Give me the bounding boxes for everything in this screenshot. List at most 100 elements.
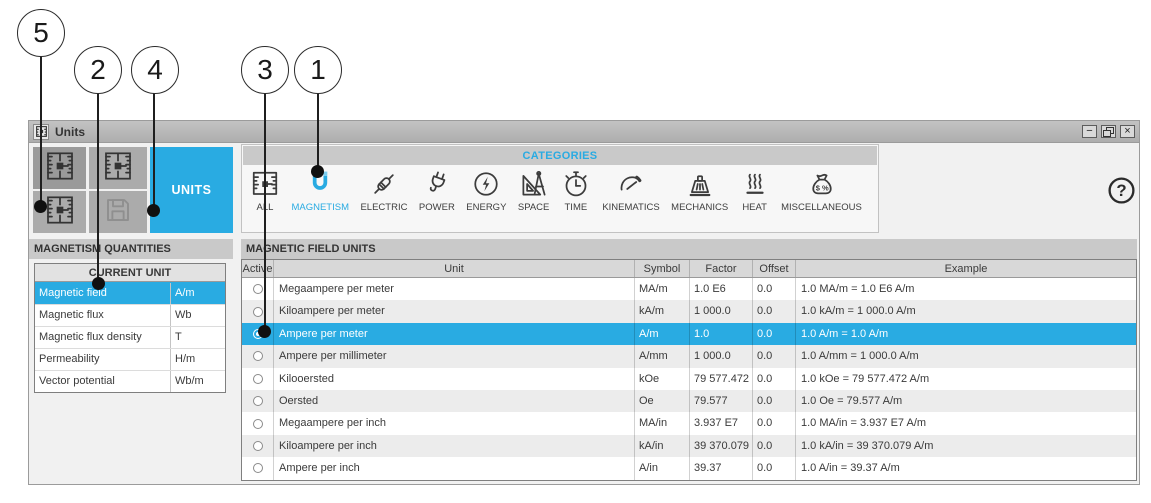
restore-icon (1104, 128, 1113, 136)
active-cell (242, 412, 273, 434)
active-radio-button[interactable] (253, 396, 263, 406)
quantity-unit: T (170, 327, 225, 348)
unit-name-cell: Kiloampere per meter (273, 300, 634, 322)
category-list: ALL MAGNETISM ELECTRIC POWER (242, 166, 878, 213)
category-time[interactable]: TIME (561, 167, 591, 213)
categories-header: CATEGORIES (243, 146, 877, 165)
category-electric[interactable]: ELECTRIC (360, 167, 407, 213)
factor-cell: 1 000.0 (689, 300, 752, 322)
callout-3: 3 (241, 46, 289, 94)
offset-cell: 0.0 (752, 345, 795, 367)
active-radio-button[interactable] (253, 351, 263, 361)
unit-name-cell: Megaampere per meter (273, 278, 634, 300)
callout-line-2 (97, 93, 99, 283)
callout-4: 4 (131, 46, 179, 94)
tab-units[interactable]: UNITS (150, 147, 233, 233)
quantity-row[interactable]: Magnetic flux Wb (35, 304, 225, 326)
factor-cell: 1.0 E6 (689, 278, 752, 300)
symbol-cell: MA/in (634, 412, 689, 434)
unit-row[interactable]: Kiloampere per meter kA/m 1 000.0 0.0 1.… (242, 300, 1136, 322)
unit-row[interactable]: Kilooersted kOe 79 577.472 0.0 1.0 kOe =… (242, 368, 1136, 390)
active-radio-button[interactable] (253, 441, 263, 451)
quantity-name: Permeability (35, 349, 170, 370)
unit-row[interactable]: Megaampere per meter MA/m 1.0 E6 0.0 1.0… (242, 278, 1136, 300)
category-power[interactable]: POWER (419, 167, 455, 213)
ruler-units-icon (43, 194, 77, 231)
offset-cell: 0.0 (752, 278, 795, 300)
category-mechanics[interactable]: MECHANICS (671, 167, 728, 213)
active-radio-button[interactable] (253, 284, 263, 294)
symbol-cell: A/mm (634, 345, 689, 367)
callout-line-5 (40, 56, 42, 207)
factor-cell: 79 577.472 (689, 368, 752, 390)
restore-button[interactable] (1101, 125, 1116, 138)
quantity-unit: Wb/m (170, 371, 225, 392)
unit-name-cell: Megaampere per inch (273, 412, 634, 434)
active-radio-button[interactable] (253, 463, 263, 473)
category-kinematics[interactable]: KINEMATICS (602, 167, 659, 213)
symbol-cell: A/in (634, 457, 689, 479)
example-cell: 1.0 A/in = 39.37 A/m (795, 457, 1136, 479)
quantity-row[interactable]: Magnetic flux density T (35, 326, 225, 348)
offset-cell: 0.0 (752, 457, 795, 479)
help-button[interactable]: ? (1105, 177, 1137, 209)
example-cell: 1.0 kA/m = 1 000.0 A/m (795, 300, 1136, 322)
category-label: MAGNETISM (291, 202, 349, 213)
titlebar[interactable]: Units − × (29, 121, 1139, 143)
unit-row[interactable]: Ampere per inch A/in 39.37 0.0 1.0 A/in … (242, 457, 1136, 479)
category-label: MISCELLANEOUS (781, 202, 862, 213)
callout-5: 5 (17, 9, 65, 57)
close-button[interactable]: × (1120, 125, 1135, 138)
unit-row[interactable]: Kiloampere per inch kA/in 39 370.079 0.0… (242, 435, 1136, 457)
category-label: TIME (565, 202, 588, 213)
category-energy[interactable]: ENERGY (466, 167, 506, 213)
quantity-row[interactable]: Permeability H/m (35, 348, 225, 370)
symbol-cell: kA/in (634, 435, 689, 457)
category-icon (740, 167, 770, 201)
callout-dot-2 (92, 277, 105, 290)
category-icon: $ % (807, 167, 837, 201)
callout-dot-1 (311, 165, 324, 178)
active-radio-button[interactable] (253, 307, 263, 317)
callout-1: 1 (294, 46, 342, 94)
quantity-unit: H/m (170, 349, 225, 370)
quantity-unit: Wb (170, 305, 225, 326)
column-header-active: Active (242, 260, 273, 277)
units-table-header-strip: MAGNETIC FIELD UNITS (241, 239, 1137, 259)
category-heat[interactable]: HEAT (740, 167, 770, 213)
callout-line-3 (264, 93, 266, 331)
category-label: ELECTRIC (360, 202, 407, 213)
offset-cell: 0.0 (752, 412, 795, 434)
unit-name-cell: Ampere per inch (273, 457, 634, 479)
factor-cell: 1.0 (689, 323, 752, 345)
category-icon (561, 167, 591, 201)
current-unit-table: CURRENT UNIT Magnetic field A/m Magnetic… (34, 263, 226, 393)
quantity-row[interactable]: Vector potential Wb/m (35, 370, 225, 392)
quantity-row[interactable]: Magnetic field A/m (35, 282, 225, 304)
unit-row[interactable]: Oersted Oe 79.577 0.0 1.0 Oe = 79.577 A/… (242, 390, 1136, 412)
active-cell (242, 368, 273, 390)
factor-cell: 39.37 (689, 457, 752, 479)
unit-row[interactable]: Ampere per millimeter A/mm 1 000.0 0.0 1… (242, 345, 1136, 367)
active-radio-button[interactable] (253, 374, 263, 384)
factor-cell: 79.577 (689, 390, 752, 412)
category-miscellaneous[interactable]: $ % MISCELLANEOUS (781, 167, 862, 213)
example-cell: 1.0 MA/m = 1.0 E6 A/m (795, 278, 1136, 300)
units-table-column-headers: Active Unit Symbol Factor Offset Example (242, 260, 1136, 278)
callout-dot-5 (34, 200, 47, 213)
example-cell: 1.0 MA/in = 3.937 E7 A/m (795, 412, 1136, 434)
active-radio-button[interactable] (253, 419, 263, 429)
unit-row[interactable]: Megaampere per inch MA/in 3.937 E7 0.0 1… (242, 412, 1136, 434)
quantity-unit: A/m (170, 283, 225, 304)
quantities-panel-header: MAGNETISM QUANTITIES (29, 239, 233, 259)
window-controls: − × (1082, 125, 1135, 138)
unit-row[interactable]: Ampere per meter A/m 1.0 0.0 1.0 A/m = 1… (242, 323, 1136, 345)
units-window: Units − × UNITS CATEGORIES ALL (28, 120, 1140, 485)
offset-cell: 0.0 (752, 323, 795, 345)
callout-2: 2 (74, 46, 122, 94)
category-space[interactable]: SPACE (518, 167, 550, 213)
example-cell: 1.0 A/m = 1.0 A/m (795, 323, 1136, 345)
active-cell (242, 457, 273, 479)
minimize-button[interactable]: − (1082, 125, 1097, 138)
category-icon (422, 167, 452, 201)
